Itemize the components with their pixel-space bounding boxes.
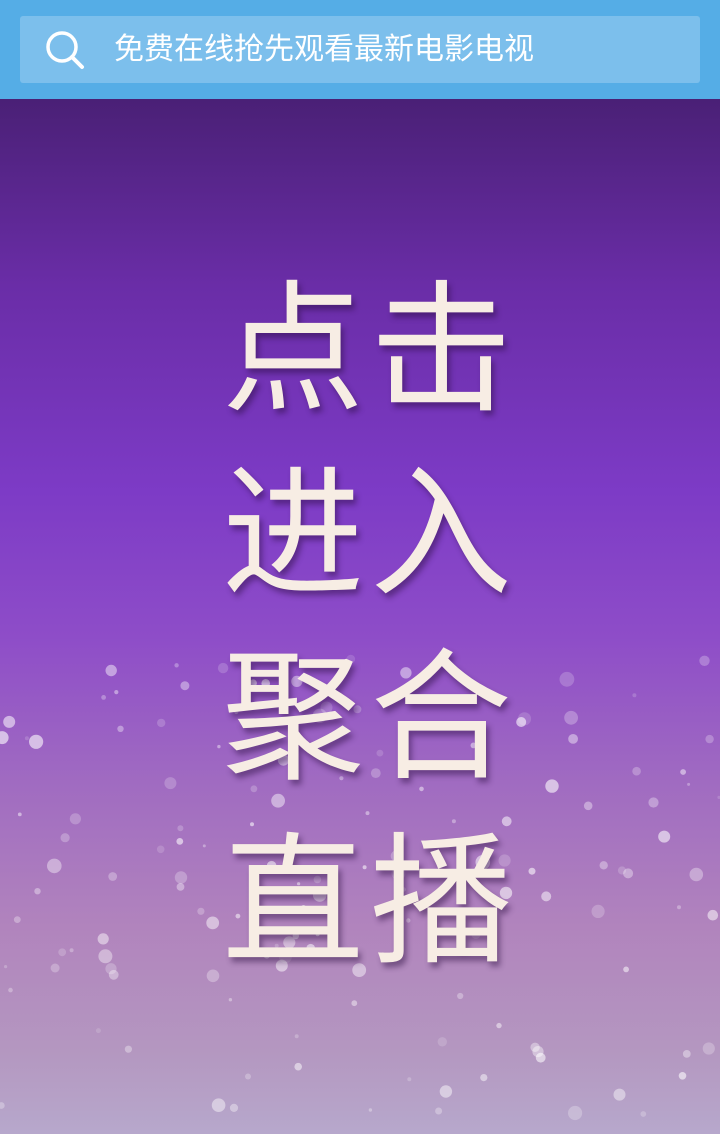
sparkle-dot	[114, 690, 119, 695]
sparkle-dot	[164, 777, 177, 790]
sparkle-dot	[568, 734, 578, 744]
sparkle-dot	[97, 933, 109, 945]
sparkle-dot	[407, 1077, 412, 1082]
banner-line-3: 聚合	[222, 636, 518, 801]
sparkle-dot	[157, 718, 166, 728]
sparkle-dot	[13, 916, 21, 923]
sparkle-dot	[294, 1062, 303, 1071]
sparkle-dot	[640, 1111, 647, 1117]
sparkle-dot	[60, 833, 70, 843]
sparkle-dot	[124, 1045, 132, 1053]
sparkle-dot	[117, 725, 124, 732]
sparkle-dot	[245, 1073, 251, 1080]
sparkle-dot	[632, 693, 637, 698]
sparkle-dot	[0, 1102, 5, 1109]
sparkle-dot	[680, 769, 686, 775]
sparkle-dot	[50, 963, 60, 973]
sparkle-dot	[206, 916, 220, 930]
sparkle-dot	[437, 1037, 447, 1047]
screen: 免费在线抢先观看最新电影电视 点击 进入 聚合 直播	[0, 0, 720, 1134]
search-box[interactable]: 免费在线抢先观看最新电影电视	[20, 16, 700, 83]
sparkle-dot	[180, 681, 190, 691]
sparkle-dot	[559, 671, 575, 687]
sparkle-dot	[28, 734, 44, 749]
sparkle-dot	[294, 1034, 299, 1039]
sparkle-dot	[564, 710, 578, 725]
sparkle-dot	[105, 963, 117, 975]
sparkle-dot	[206, 969, 220, 983]
sparkle-dot	[682, 1050, 691, 1058]
sparkle-dot	[174, 663, 179, 668]
sparkle-dot	[702, 1042, 715, 1055]
sparkle-dot	[568, 1105, 583, 1121]
sparkle-dot	[202, 844, 206, 848]
sparkle-dot	[0, 731, 9, 745]
sparkle-dot	[98, 949, 113, 964]
sparkle-dot	[699, 655, 710, 666]
sparkle-dot	[95, 1028, 101, 1034]
top-bar: 免费在线抢先观看最新电影电视	[0, 0, 720, 99]
sparkle-dot	[3, 715, 16, 728]
sparkle-dot	[648, 797, 659, 808]
sparkle-dot	[496, 1022, 502, 1029]
sparkle-dot	[228, 998, 233, 1002]
sparkle-dot	[58, 948, 67, 957]
sparkle-dot	[17, 812, 22, 817]
banner-line-2: 进入	[222, 452, 518, 617]
sparkle-dot	[532, 1046, 544, 1058]
sparkle-dot	[47, 858, 62, 874]
sparkle-dot	[8, 987, 13, 993]
sparkle-dot	[591, 904, 605, 919]
sparkle-dot	[177, 825, 184, 832]
sparkle-dot	[687, 782, 691, 786]
sparkle-dot	[583, 801, 593, 811]
sparkle-dot	[545, 779, 559, 793]
sparkle-dot	[69, 813, 81, 825]
sparkle-dot	[707, 909, 719, 921]
sparkle-dot	[480, 1074, 488, 1082]
banner-line-4: 直播	[222, 820, 518, 985]
sparkle-dot	[176, 883, 185, 891]
sparkle-dot	[658, 830, 671, 843]
sparkle-dot	[211, 1098, 226, 1112]
sparkle-dot	[632, 766, 641, 776]
sparkle-dot	[105, 664, 117, 677]
sparkle-dot	[174, 871, 188, 884]
sparkle-dot	[623, 966, 629, 973]
sparkle-dot	[368, 1108, 373, 1112]
sparkle-dot	[599, 861, 608, 870]
sparkle-dot	[613, 1088, 626, 1101]
sparkle-dot	[617, 866, 627, 875]
sparkle-dot	[197, 907, 205, 915]
sparkle-dot	[705, 734, 714, 744]
sparkle-dot	[4, 965, 8, 969]
sparkle-dot	[677, 905, 681, 910]
sparkle-dot	[541, 891, 552, 902]
sparkle-dot	[24, 736, 29, 741]
sparkle-dot	[229, 1103, 239, 1112]
sparkle-dot	[34, 888, 41, 895]
banner-line-1: 点击	[222, 268, 518, 433]
search-placeholder: 免费在线抢先观看最新电影电视	[114, 32, 534, 67]
sparkle-dot	[176, 838, 184, 845]
sparkle-dot	[435, 1107, 443, 1115]
live-banner[interactable]: 点击 进入 聚合 直播	[0, 99, 720, 1134]
sparkle-dot	[69, 948, 74, 953]
search-icon	[46, 31, 84, 69]
sparkle-dot	[108, 872, 118, 881]
sparkle-dot	[101, 695, 106, 700]
banner-text: 点击 进入 聚合 直播	[220, 259, 520, 995]
sparkle-dot	[351, 1000, 358, 1007]
sparkle-dot	[439, 1085, 453, 1098]
sparkle-dot	[528, 867, 536, 875]
sparkle-dot	[678, 1072, 687, 1080]
sparkle-dot	[689, 867, 704, 882]
sparkle-dot	[156, 845, 165, 854]
